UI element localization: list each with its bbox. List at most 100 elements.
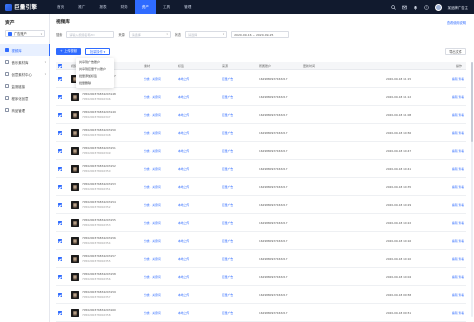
dropdown-item[interactable]: 共享到广告账户 — [76, 59, 114, 66]
row-checkbox[interactable] — [58, 275, 62, 279]
tag-link[interactable]: 分类 · 关键词 — [144, 185, 161, 189]
table-row[interactable]: 7050290376834203160 7050290378002358 分类 · … — [56, 304, 466, 322]
table-row[interactable]: 7050290376834203154 7050290378002352 分类 · … — [56, 196, 466, 214]
row-checkbox[interactable] — [58, 239, 62, 243]
owner[interactable]: 巨量广告 — [222, 239, 233, 243]
source[interactable]: 本地上传 — [178, 95, 189, 99]
topnav-item[interactable]: 报表 — [92, 0, 113, 14]
video-thumbnail[interactable] — [71, 309, 79, 317]
video-thumbnail[interactable] — [71, 183, 79, 191]
table-row[interactable]: 70502903768342031477050290378002345分类 · … — [56, 70, 466, 88]
row-checkbox[interactable] — [58, 203, 62, 207]
source-select[interactable]: 请选择 ▾ — [128, 30, 171, 38]
scroll-thumb[interactable] — [471, 62, 473, 142]
table-row[interactable]: 7050290376834203155 7050290378002353 分类 · … — [56, 214, 466, 232]
source[interactable]: 本地上传 — [178, 293, 189, 297]
tag-link[interactable]: 分类 · 关键词 — [144, 293, 161, 297]
row-checkbox[interactable] — [58, 95, 62, 99]
table-row[interactable]: 7050290376834203159 7050290378002357 分类 · … — [56, 286, 466, 304]
sidebar-item[interactable]: 程序化创意 — [0, 92, 50, 104]
owner[interactable]: 巨量广告 — [222, 95, 233, 99]
table-row[interactable]: 7050290376834203157 7050290378002355 分类 · … — [56, 250, 466, 268]
help-icon[interactable]: ? — [423, 4, 429, 10]
tag-link[interactable]: 分类 · 关键词 — [144, 275, 161, 279]
user-name[interactable]: 某品牌广告主 — [448, 5, 468, 10]
source[interactable]: 本地上传 — [178, 167, 189, 171]
row-checkbox[interactable] — [58, 257, 62, 261]
table-row[interactable]: 7050290376834203151 7050290378002349 分类 · … — [56, 142, 466, 160]
search-input[interactable]: 请输入视频名称/ID — [66, 30, 115, 38]
source[interactable]: 本地上传 — [178, 239, 189, 243]
owner[interactable]: 巨量广告 — [222, 221, 233, 225]
video-thumbnail[interactable] — [71, 201, 79, 209]
row-actions[interactable]: 编辑 查看 — [452, 149, 464, 153]
topnav-item[interactable]: 财务 — [114, 0, 135, 14]
row-checkbox[interactable] — [58, 131, 62, 135]
video-thumbnail[interactable] — [71, 93, 79, 101]
source[interactable]: 本地上传 — [178, 221, 189, 225]
row-actions[interactable]: 编辑 查看 — [452, 95, 464, 99]
source[interactable]: 本地上传 — [178, 203, 189, 207]
video-thumbnail[interactable] — [71, 147, 79, 155]
tag-link[interactable]: 分类 · 关键词 — [144, 311, 161, 315]
row-checkbox[interactable] — [58, 149, 62, 153]
topnav-item[interactable]: 工具 — [156, 0, 177, 14]
topnav-item[interactable]: 管理 — [177, 0, 198, 14]
owner[interactable]: 巨量广告 — [222, 149, 233, 153]
help-link[interactable]: 查看使用说明 — [447, 20, 466, 25]
row-actions[interactable]: 编辑 查看 — [452, 257, 464, 261]
row-actions[interactable]: 编辑 查看 — [452, 113, 464, 117]
tag-link[interactable]: 分类 · 关键词 — [144, 239, 161, 243]
tag-link[interactable]: 分类 · 关键词 — [144, 113, 161, 117]
tag-link[interactable]: 分类 · 关键词 — [144, 77, 161, 81]
source[interactable]: 本地上传 — [178, 113, 189, 117]
row-checkbox[interactable] — [58, 221, 62, 225]
owner[interactable]: 巨量广告 — [222, 185, 233, 189]
row-checkbox[interactable] — [58, 311, 62, 315]
dropdown-item[interactable]: 批量删除 — [76, 80, 114, 87]
table-row[interactable]: 7050290376834203158 7050290378002356 分类 · … — [56, 268, 466, 286]
row-checkbox[interactable] — [58, 293, 62, 297]
date-range-picker[interactable]: 2020-09-16 ~ 2020-09-25 — [231, 30, 290, 38]
select-all-checkbox[interactable] — [58, 64, 62, 68]
sidebar-item[interactable]: 监测链接 — [0, 80, 50, 92]
row-actions[interactable]: 编辑 查看 — [452, 221, 464, 225]
upload-video-button[interactable]: + 上传视频 — [56, 48, 81, 55]
source[interactable]: 本地上传 — [178, 185, 189, 189]
video-thumbnail[interactable] — [71, 219, 79, 227]
owner[interactable]: 巨量广告 — [222, 131, 233, 135]
message-icon[interactable] — [401, 5, 407, 10]
row-actions[interactable]: 编辑 查看 — [452, 293, 464, 297]
status-select[interactable]: 请选择 ▾ — [185, 30, 228, 38]
source[interactable]: 本地上传 — [178, 77, 189, 81]
bell-icon[interactable] — [413, 5, 418, 10]
owner[interactable]: 巨量广告 — [222, 167, 233, 171]
video-thumbnail[interactable] — [71, 255, 79, 263]
owner[interactable]: 巨量广告 — [222, 113, 233, 117]
source[interactable]: 本地上传 — [178, 311, 189, 315]
source[interactable]: 本地上传 — [178, 257, 189, 261]
batch-operation-button[interactable]: 批量操作 ▾ — [84, 48, 111, 55]
sidebar-item[interactable]: 商品管理 — [0, 104, 50, 116]
owner[interactable]: 巨量广告 — [222, 257, 233, 261]
owner[interactable]: 巨量广告 — [222, 203, 233, 207]
dropdown-item[interactable]: 共享到巨量千川账户 — [76, 66, 114, 73]
table-row[interactable]: 7050290376834203150 7050290378002348 分类 · … — [56, 124, 466, 142]
sidebar-item[interactable]: 创意素材中心 ▾ — [0, 68, 50, 80]
tag-link[interactable]: 分类 · 关键词 — [144, 149, 161, 153]
row-actions[interactable]: 编辑 查看 — [452, 203, 464, 207]
scrollbar[interactable] — [471, 62, 473, 317]
export-button[interactable]: 导出文件 — [445, 48, 466, 55]
video-thumbnail[interactable] — [71, 165, 79, 173]
table-row[interactable]: 7050290376834203153 7050290378002351 分类 · … — [56, 178, 466, 196]
source[interactable]: 本地上传 — [178, 275, 189, 279]
video-thumbnail[interactable] — [71, 111, 79, 119]
row-actions[interactable]: 编辑 查看 — [452, 185, 464, 189]
row-actions[interactable]: 编辑 查看 — [452, 275, 464, 279]
row-actions[interactable]: 编辑 查看 — [452, 311, 464, 315]
table-row[interactable]: 7050290376834203156 7050290378002354 分类 · … — [56, 232, 466, 250]
row-actions[interactable]: 编辑 查看 — [452, 239, 464, 243]
video-thumbnail[interactable] — [71, 237, 79, 245]
tag-link[interactable]: 分类 · 关键词 — [144, 167, 161, 171]
owner[interactable]: 巨量广告 — [222, 77, 233, 81]
